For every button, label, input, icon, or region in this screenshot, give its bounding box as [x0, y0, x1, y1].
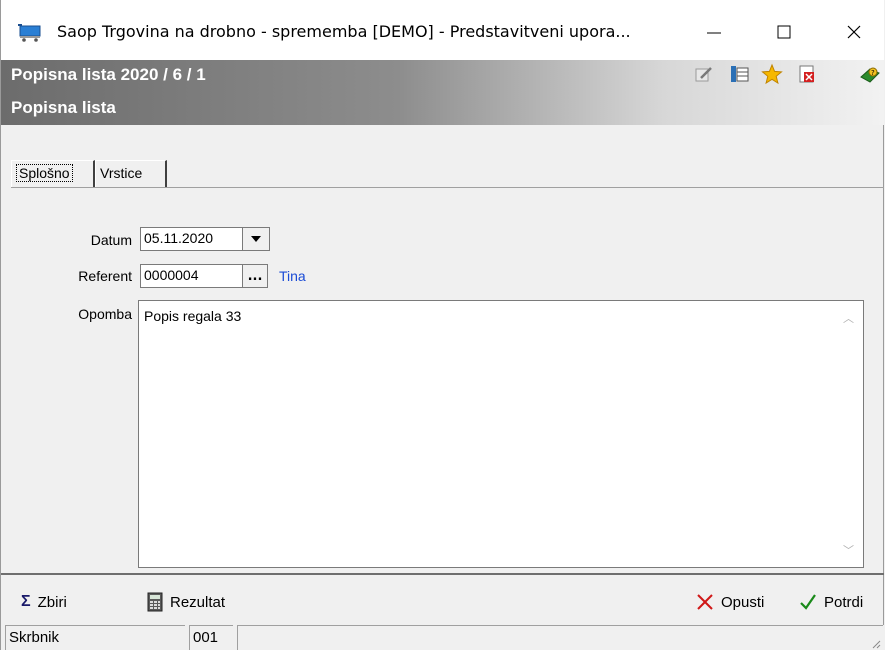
minimize-button[interactable]	[691, 14, 737, 50]
referent-field[interactable]: 0000004	[140, 264, 243, 288]
sigma-icon: Σ	[21, 593, 31, 610]
status-empty	[237, 625, 883, 650]
edit-icon[interactable]	[693, 63, 715, 85]
maximize-icon	[777, 25, 791, 39]
potrdi-button[interactable]: Potrdi	[799, 588, 863, 616]
document-header: Popisna lista 2020 / 6 / 1 Popisna lista	[1, 60, 884, 125]
window-title: Saop Trgovina na drobno - sprememba [DEM…	[57, 22, 631, 41]
title-bar: Saop Trgovina na drobno - sprememba [DEM…	[1, 0, 884, 60]
tab-splosno[interactable]: Splošno	[11, 160, 95, 187]
resize-grip-icon[interactable]	[871, 639, 881, 649]
scroll-up-arrow-icon[interactable]: ︿	[843, 310, 854, 326]
datum-label: Datum	[90, 232, 132, 248]
close-document-icon[interactable]	[796, 63, 818, 85]
scroll-down-arrow-icon[interactable]: ﹀	[843, 542, 854, 558]
star-icon[interactable]	[761, 63, 783, 85]
opomba-label: Opomba	[78, 306, 132, 322]
tab-strip-border	[11, 187, 884, 188]
maximize-button[interactable]	[761, 14, 807, 50]
toolbar-separator	[1, 573, 884, 575]
referent-label: Referent	[78, 268, 132, 284]
app-window: Saop Trgovina na drobno - sprememba [DEM…	[0, 0, 884, 650]
rezultat-label: Rezultat	[170, 593, 226, 611]
status-code: 001	[189, 625, 233, 650]
chevron-down-icon	[251, 236, 261, 242]
document-title: Popisna lista 2020 / 6 / 1	[11, 65, 206, 84]
zbiri-label: Zbiri	[37, 593, 67, 611]
table-icon[interactable]	[728, 63, 750, 85]
calculator-icon	[147, 592, 163, 612]
tab-splosno-label: Splošno	[16, 164, 73, 182]
tab-vrstice[interactable]: Vrstice	[95, 160, 167, 187]
help-book-icon[interactable]: ?	[859, 63, 881, 85]
opomba-textarea[interactable]: Popis regala 33 ︿ ﹀	[138, 300, 864, 568]
svg-text:?: ?	[871, 69, 875, 77]
document-subtitle: Popisna lista	[11, 98, 116, 117]
zbiri-button[interactable]: Σ Zbiri	[21, 588, 67, 616]
potrdi-label: Potrdi	[824, 593, 864, 611]
cancel-x-icon	[697, 594, 713, 610]
close-icon	[847, 25, 861, 39]
datum-dropdown-button[interactable]	[242, 227, 270, 251]
opomba-text: Popis regala 33	[144, 308, 242, 324]
rezultat-button[interactable]: Rezultat	[147, 588, 225, 616]
datum-field[interactable]: 05.11.2020	[140, 227, 243, 251]
close-button[interactable]	[831, 14, 877, 50]
referent-browse-button[interactable]: ...	[242, 264, 268, 288]
shopping-cart-icon	[18, 24, 41, 42]
status-role: Skrbnik	[5, 625, 185, 650]
opusti-label: Opusti	[721, 593, 765, 611]
minimize-icon	[707, 32, 721, 34]
checkmark-icon	[800, 594, 816, 610]
referent-name: Tina	[279, 268, 306, 284]
opusti-button[interactable]: Opusti	[696, 588, 764, 616]
tab-vrstice-label: Vrstice	[100, 165, 143, 181]
